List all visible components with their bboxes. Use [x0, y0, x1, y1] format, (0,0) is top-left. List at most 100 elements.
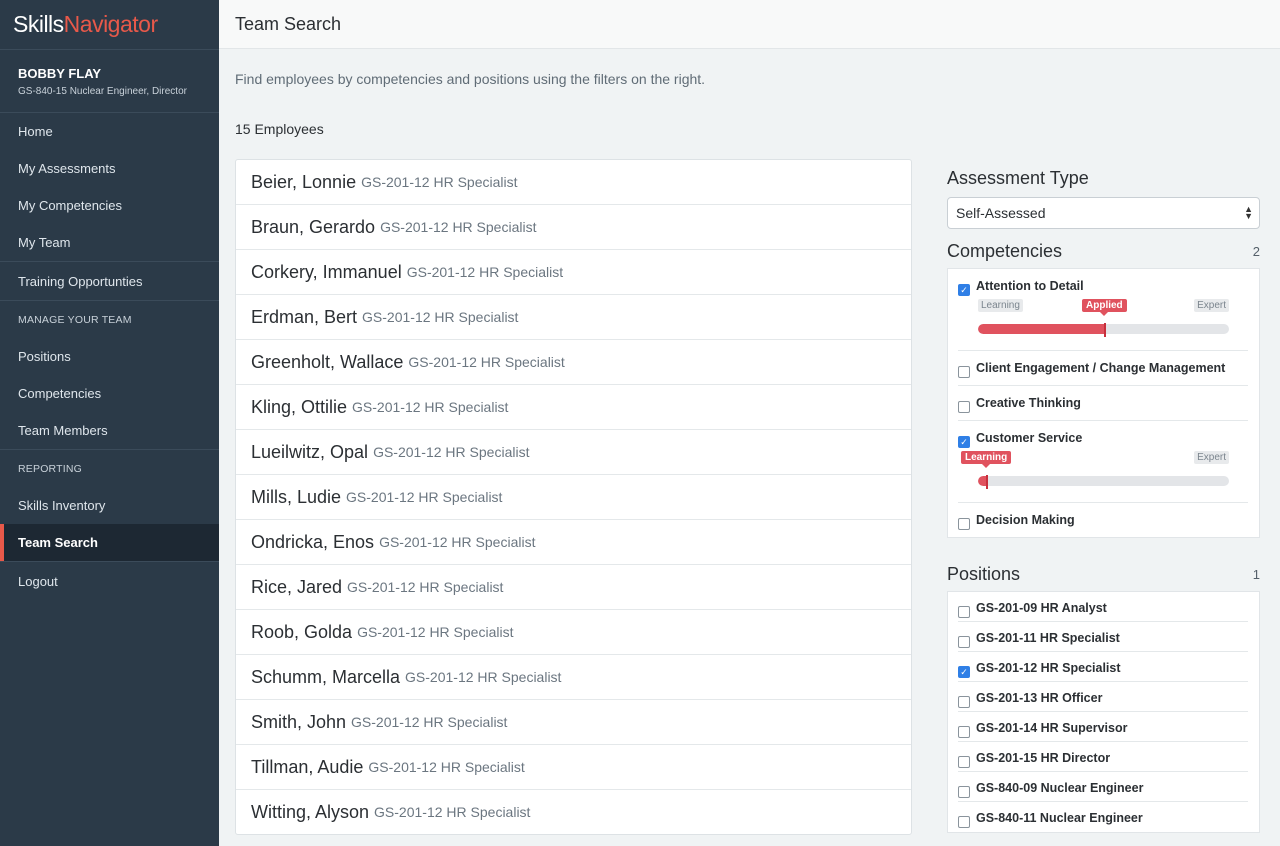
competency-checkbox-row[interactable]: Decision Making [958, 503, 1248, 537]
sidebar: Skills Navigator BOBBY FLAY GS-840-15 Nuc… [0, 0, 219, 846]
nav-logout[interactable]: Logout [0, 562, 219, 600]
checkbox[interactable] [958, 606, 970, 618]
checkbox[interactable] [958, 816, 970, 828]
nav-positions[interactable]: Positions [0, 338, 219, 375]
checkbox[interactable] [958, 636, 970, 648]
checkbox-checked[interactable]: ✓ [958, 284, 970, 296]
checkbox[interactable] [958, 518, 970, 530]
assessment-type-select[interactable]: Self-Assessed ▲ ▼ [947, 197, 1260, 229]
checkbox[interactable] [958, 786, 970, 798]
positions-panel: GS-201-09 HR Analyst GS-201-11 HR Special… [947, 591, 1260, 833]
nav-group-training: Training Opportunties [0, 262, 219, 301]
nav-home[interactable]: Home [0, 113, 219, 150]
employee-row[interactable]: Mills, Ludie GS-201-12 HR Specialist [236, 475, 911, 520]
position-checkbox-row[interactable]: GS-201-11 HR Specialist [958, 622, 1248, 652]
assessment-type-label: Assessment Type [947, 168, 1089, 188]
employee-name: Erdman, Bert [251, 306, 358, 327]
employee-name: Roob, Golda [251, 621, 353, 642]
proficiency-slider[interactable]: Learning Applied Expert [978, 296, 1229, 350]
employee-row[interactable]: Ondricka, Enos GS-201-12 HR Specialist [236, 520, 911, 565]
employee-row[interactable]: Smith, John GS-201-12 HR Specialist [236, 700, 911, 745]
employee-row[interactable]: Erdman, Bert GS-201-12 HR Specialist [236, 295, 911, 340]
slider-track[interactable] [978, 476, 1229, 486]
employee-row[interactable]: Beier, Lonnie GS-201-12 HR Specialist [236, 160, 911, 205]
employee-position: GS-201-12 HR Specialist [408, 354, 565, 370]
filters-panel: Assessment Type Self-Assessed ▲ ▼ Compete… [947, 168, 1260, 833]
checkbox-checked[interactable]: ✓ [958, 436, 970, 448]
assessment-type-value: Self-Assessed [956, 205, 1046, 221]
competency-checkbox-row[interactable]: Client Engagement / Change Management [958, 351, 1248, 385]
employee-position: GS-201-12 HR Specialist [374, 804, 531, 820]
employee-row[interactable]: Tillman, Audie GS-201-12 HR Specialist [236, 745, 911, 790]
checkbox-label: GS-201-15 HR Director [976, 751, 1111, 765]
employee-name: Mills, Ludie [251, 486, 342, 507]
checkbox-label: GS-201-12 HR Specialist [976, 661, 1121, 675]
employee-row[interactable]: Lueilwitz, Opal GS-201-12 HR Specialist [236, 430, 911, 475]
checkbox-label: GS-840-11 Nuclear Engineer [976, 811, 1143, 825]
employee-name: Tillman, Audie [251, 756, 364, 777]
nav-my-competencies[interactable]: My Competencies [0, 187, 219, 224]
employee-name: Greenholt, Wallace [251, 351, 404, 372]
nav-team-search[interactable]: Team Search [0, 524, 219, 561]
employee-count: 15 Employees [235, 121, 324, 137]
nav-skills-inventory[interactable]: Skills Inventory [0, 487, 219, 524]
employee-name: Beier, Lonnie [251, 171, 357, 192]
checkbox[interactable] [958, 401, 970, 413]
nav-team-members[interactable]: Team Members [0, 412, 219, 449]
employee-row[interactable]: Schumm, Marcella GS-201-12 HR Specialist [236, 655, 911, 700]
employee-row[interactable]: Roob, Golda GS-201-12 HR Specialist [236, 610, 911, 655]
employee-row[interactable]: Witting, Alyson GS-201-12 HR Specialist [236, 790, 911, 834]
checkbox-label: Attention to Detail [976, 279, 1084, 293]
employee-row[interactable]: Greenholt, Wallace GS-201-12 HR Specialis… [236, 340, 911, 385]
slider-fill [978, 324, 1106, 334]
employee-position: GS-201-12 HR Specialist [357, 624, 514, 640]
brand-logo[interactable]: Skills Navigator [0, 0, 219, 50]
level-label-expert: Expert [1194, 451, 1229, 464]
employee-name: Corkery, Immanuel [251, 261, 402, 282]
checkbox[interactable] [958, 726, 970, 738]
user-name: BOBBY FLAY [18, 66, 102, 81]
positions-count: 1 [1252, 567, 1260, 582]
checkbox[interactable] [958, 366, 970, 378]
employee-name: Braun, Gerardo [251, 216, 376, 237]
employee-row[interactable]: Corkery, Immanuel GS-201-12 HR Specialist [236, 250, 911, 295]
position-checkbox-row[interactable]: ✓ GS-201-12 HR Specialist [958, 652, 1248, 682]
employee-row[interactable]: Rice, Jared GS-201-12 HR Specialist [236, 565, 911, 610]
competency-checkbox-row[interactable]: ✓ Customer Service [958, 421, 1248, 448]
employee-row[interactable]: Braun, Gerardo GS-201-12 HR Specialist [236, 205, 911, 250]
employee-name: Witting, Alyson [251, 801, 370, 822]
level-label-applied: Applied [1082, 299, 1127, 316]
nav-my-assessments[interactable]: My Assessments [0, 150, 219, 187]
assessment-type-heading: Assessment Type [947, 168, 1260, 189]
checkbox-label: GS-201-09 HR Analyst [976, 601, 1107, 615]
level-label-learning: Learning [961, 451, 1012, 468]
nav-competencies[interactable]: Competencies [0, 375, 219, 412]
checkbox[interactable] [958, 696, 970, 708]
position-checkbox-row[interactable]: GS-201-13 HR Officer [958, 682, 1248, 712]
employee-row[interactable]: Kling, Ottilie GS-201-12 HR Specialist [236, 385, 911, 430]
position-checkbox-row[interactable]: GS-201-09 HR Analyst [958, 592, 1248, 622]
competencies-label: Competencies [947, 241, 1063, 261]
nav-my-team[interactable]: My Team [0, 224, 219, 261]
position-checkbox-row[interactable]: GS-201-15 HR Director [958, 742, 1248, 772]
competency-checkbox-row[interactable]: Creative Thinking [958, 386, 1248, 420]
page-title: Team Search [235, 13, 342, 34]
position-checkbox-row[interactable]: GS-201-14 HR Supervisor [958, 712, 1248, 742]
competency-checkbox-row[interactable]: ✓ Attention to Detail [958, 269, 1248, 296]
checkbox-label: Creative Thinking [976, 396, 1081, 410]
checkbox[interactable] [958, 756, 970, 768]
competency-item: Creative Thinking [958, 386, 1248, 421]
employee-position: GS-201-12 HR Specialist [347, 579, 504, 595]
checkbox-checked[interactable]: ✓ [958, 666, 970, 678]
employee-position: GS-201-12 HR Specialist [346, 489, 503, 505]
brand-part-navigator: Navigator [63, 11, 158, 37]
position-checkbox-row[interactable]: GS-840-11 Nuclear Engineer [958, 802, 1248, 832]
employee-position: GS-201-12 HR Specialist [380, 219, 537, 235]
proficiency-slider[interactable]: Learning Expert [961, 448, 1229, 502]
employee-name: Ondricka, Enos [251, 531, 375, 552]
page-intro: Find employees by competencies and posit… [235, 71, 706, 87]
nav-training-opportunities[interactable]: Training Opportunties [0, 262, 219, 300]
slider-handle[interactable] [1104, 323, 1106, 337]
position-checkbox-row[interactable]: GS-840-09 Nuclear Engineer [958, 772, 1248, 802]
slider-handle[interactable] [986, 475, 988, 489]
